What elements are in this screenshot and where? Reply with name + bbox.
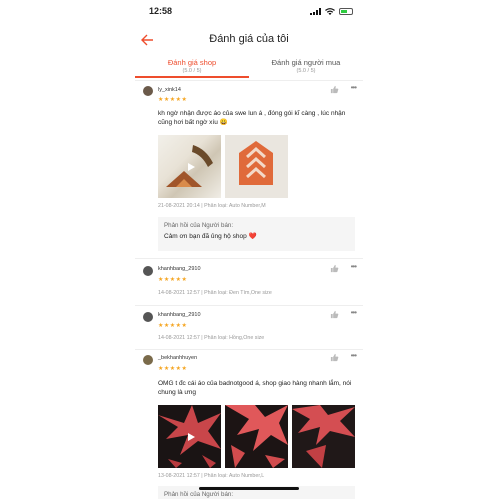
review-video-thumb[interactable] (158, 405, 221, 468)
rating-stars: ★★★★★ (158, 366, 188, 372)
review-username: ly_xink14 (158, 87, 181, 93)
status-icons (310, 8, 353, 15)
status-time: 12:58 (149, 6, 173, 16)
review-photo-thumb[interactable] (225, 405, 288, 468)
tab-shop-reviews[interactable]: Đánh giá shop (5.0 / 5) (135, 58, 249, 78)
review-video-thumb[interactable] (158, 135, 221, 198)
review-photo-thumb[interactable] (292, 405, 355, 468)
avatar[interactable] (143, 266, 153, 276)
more-dots-icon[interactable]: ••• (351, 351, 357, 360)
avatar[interactable] (143, 355, 153, 365)
rating-stars: ★★★★★ (158, 97, 188, 103)
thumbs-up-icon[interactable] (330, 264, 339, 273)
tab-shop-rating: (5.0 / 5) (182, 68, 202, 74)
review-media (158, 405, 355, 468)
review-item: ly_xink14 ••• ★★★★★ kh ngờ nhận được áo … (135, 82, 363, 259)
more-dots-icon[interactable]: ••• (351, 262, 357, 271)
phone-screen: 12:58 Đánh giá của tôi Đánh giá shop (5.… (135, 0, 363, 499)
more-dots-icon[interactable]: ••• (351, 308, 357, 317)
thumbs-up-icon[interactable] (330, 353, 339, 362)
signal-icon (310, 8, 321, 15)
review-photo-thumb[interactable] (225, 135, 288, 198)
rating-stars: ★★★★★ (158, 323, 188, 329)
play-icon (187, 432, 195, 441)
tab-buyer-reviews[interactable]: Đánh giá người mua (5.0 / 5) (249, 58, 363, 74)
review-meta: 14-08-2021 12:57 | Phân loại: Đen Tím,On… (158, 290, 272, 296)
play-icon (187, 162, 195, 171)
review-comment: kh ngờ nhận được áo của swe lun á , đóng… (158, 110, 346, 126)
seller-reply-body: Cảm ơn bạn đã ủng hộ shop ❤️ (164, 233, 257, 240)
status-bar: 12:58 (135, 6, 363, 20)
shirt-pattern-graphic (225, 405, 288, 468)
tab-shop-label: Đánh giá shop (167, 58, 217, 67)
avatar[interactable] (143, 86, 153, 96)
thumbs-up-icon[interactable] (330, 85, 339, 94)
tab-buyer-rating: (5.0 / 5) (296, 68, 316, 74)
more-dots-icon[interactable]: ••• (351, 83, 357, 92)
review-comment: OMG t đc cái áo của badnotgood á, shop g… (158, 380, 352, 396)
review-media (158, 135, 288, 198)
review-meta: 21-08-2021 20:14 | Phân loại: Auto Numbe… (158, 203, 266, 209)
avatar[interactable] (143, 312, 153, 322)
rating-stars: ★★★★★ (158, 277, 188, 283)
tab-bar: Đánh giá shop (5.0 / 5) Đánh giá người m… (135, 58, 363, 81)
header: Đánh giá của tôi (135, 30, 363, 50)
page-title: Đánh giá của tôi (209, 33, 289, 45)
seller-reply-title: Phản hồi của Người bán: (164, 491, 234, 498)
review-item: khanhbang_2910 ••• ★★★★★ 14-08-2021 12:5… (135, 305, 363, 350)
review-username: khanhbang_2910 (158, 266, 201, 272)
active-tab-indicator (135, 76, 249, 78)
review-meta: 14-08-2021 12:57 | Phân loại: Hồng,One s… (158, 335, 265, 341)
review-meta: 13-08-2021 12:57 | Phân loại: Auto Numbe… (158, 473, 265, 479)
home-indicator (199, 487, 299, 490)
review-username: khanhbang_2910 (158, 312, 201, 318)
review-item: khanhbang_2910 ••• ★★★★★ 14-08-2021 12:5… (135, 258, 363, 306)
wifi-icon (325, 8, 335, 15)
battery-icon (339, 8, 353, 15)
seller-reply: Phản hồi của Người bán: Cảm ơn bạn đã ủn… (158, 217, 355, 251)
shirt-graphic (225, 135, 288, 198)
review-item: _bekhanhhuyen ••• ★★★★★ OMG t đc cái áo … (135, 349, 363, 499)
shirt-pattern-graphic (292, 405, 355, 468)
seller-reply-title: Phản hồi của Người bán: (164, 222, 234, 229)
review-username: _bekhanhhuyen (158, 355, 198, 361)
tab-buyer-label: Đánh giá người mua (271, 58, 341, 67)
thumbs-up-icon[interactable] (330, 310, 339, 319)
